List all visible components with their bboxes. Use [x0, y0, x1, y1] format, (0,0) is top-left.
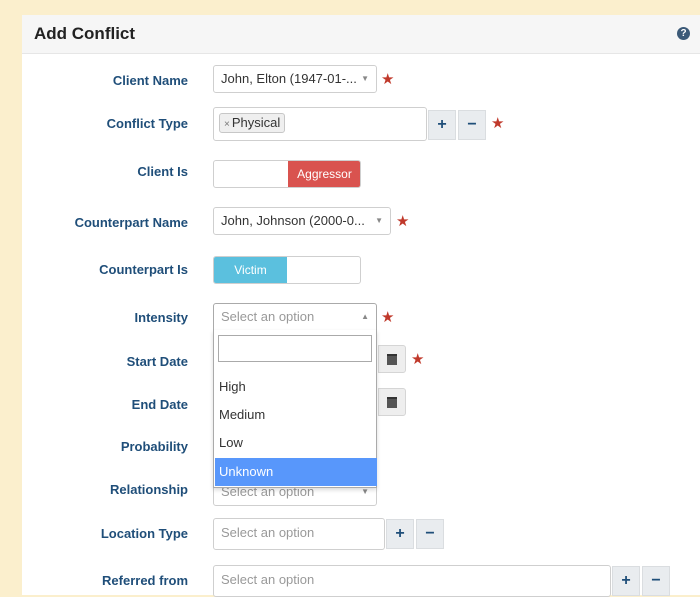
location-type-placeholder: Select an option [221, 525, 315, 540]
add-conflict-type-button[interactable]: + [428, 110, 456, 140]
required-asterisk-icon: ★ [491, 115, 505, 132]
intensity-dropdown: High Medium Low Unknown [213, 330, 377, 488]
victim-option[interactable]: Victim [214, 257, 287, 283]
tag-remove-icon[interactable]: × [224, 119, 230, 130]
remove-conflict-type-button[interactable]: − [458, 110, 486, 140]
end-date-label: End Date [131, 397, 188, 412]
start-date-calendar-button[interactable] [378, 345, 406, 373]
counterpart-name-select[interactable]: John, Johnson (2000-0... ▼ [213, 207, 391, 235]
caret-down-icon: ▼ [361, 74, 369, 83]
tag-label: Physical [231, 115, 281, 130]
start-date-label: Start Date [126, 354, 188, 369]
intensity-placeholder: Select an option [221, 309, 315, 324]
client-is-toggle[interactable]: Aggressor [213, 160, 361, 188]
conflict-type-label: Conflict Type [106, 116, 188, 131]
intensity-option-medium[interactable]: Medium [215, 401, 377, 429]
required-asterisk-icon: ★ [396, 213, 410, 230]
calendar-icon [387, 354, 397, 365]
intensity-option-high[interactable]: High [215, 373, 377, 401]
intensity-option-low[interactable]: Low [215, 429, 377, 457]
referred-from-placeholder: Select an option [221, 572, 315, 587]
conflict-type-tag[interactable]: × Physical [219, 113, 286, 133]
intensity-label: Intensity [134, 310, 188, 325]
counterpart-is-toggle[interactable]: Victim [213, 256, 361, 284]
location-type-select[interactable]: Select an option [213, 518, 385, 550]
required-asterisk-icon: ★ [381, 71, 395, 88]
remove-referred-from-button[interactable]: − [642, 566, 670, 596]
required-asterisk-icon: ★ [381, 309, 395, 326]
intensity-select[interactable]: Select an option ▲ [213, 303, 377, 331]
client-is-label: Client Is [137, 164, 188, 179]
counterpart-name-value: John, Johnson (2000-0... [221, 213, 365, 228]
counterpart-is-label: Counterpart Is [99, 262, 188, 277]
question-circle-icon[interactable]: ? [677, 27, 690, 40]
client-name-select[interactable]: John, Elton (1947-01-... ▼ [213, 65, 377, 93]
caret-down-icon: ▼ [375, 216, 383, 225]
client-name-value: John, Elton (1947-01-... [221, 71, 357, 86]
end-date-calendar-button[interactable] [378, 388, 406, 416]
conflict-type-multiselect[interactable]: × Physical [213, 107, 427, 141]
add-referred-from-button[interactable]: + [612, 566, 640, 596]
panel-header: Add Conflict ? [22, 15, 700, 54]
caret-up-icon: ▲ [361, 312, 369, 321]
page-title: Add Conflict [34, 24, 136, 43]
referred-from-label: Referred from [102, 573, 188, 588]
remove-location-type-button[interactable]: − [416, 519, 444, 549]
probability-label: Probability [120, 439, 188, 454]
add-location-type-button[interactable]: + [386, 519, 414, 549]
client-name-label: Client Name [112, 73, 188, 88]
calendar-icon [387, 397, 397, 408]
counterpart-name-label: Counterpart Name [74, 215, 188, 230]
referred-from-select[interactable]: Select an option [213, 565, 611, 597]
required-asterisk-icon: ★ [411, 351, 425, 368]
intensity-search-input[interactable] [218, 335, 372, 362]
intensity-option-unknown[interactable]: Unknown [215, 458, 377, 486]
relationship-label: Relationship [109, 482, 188, 497]
location-type-label: Location Type [100, 526, 188, 541]
aggressor-option[interactable]: Aggressor [288, 161, 360, 187]
